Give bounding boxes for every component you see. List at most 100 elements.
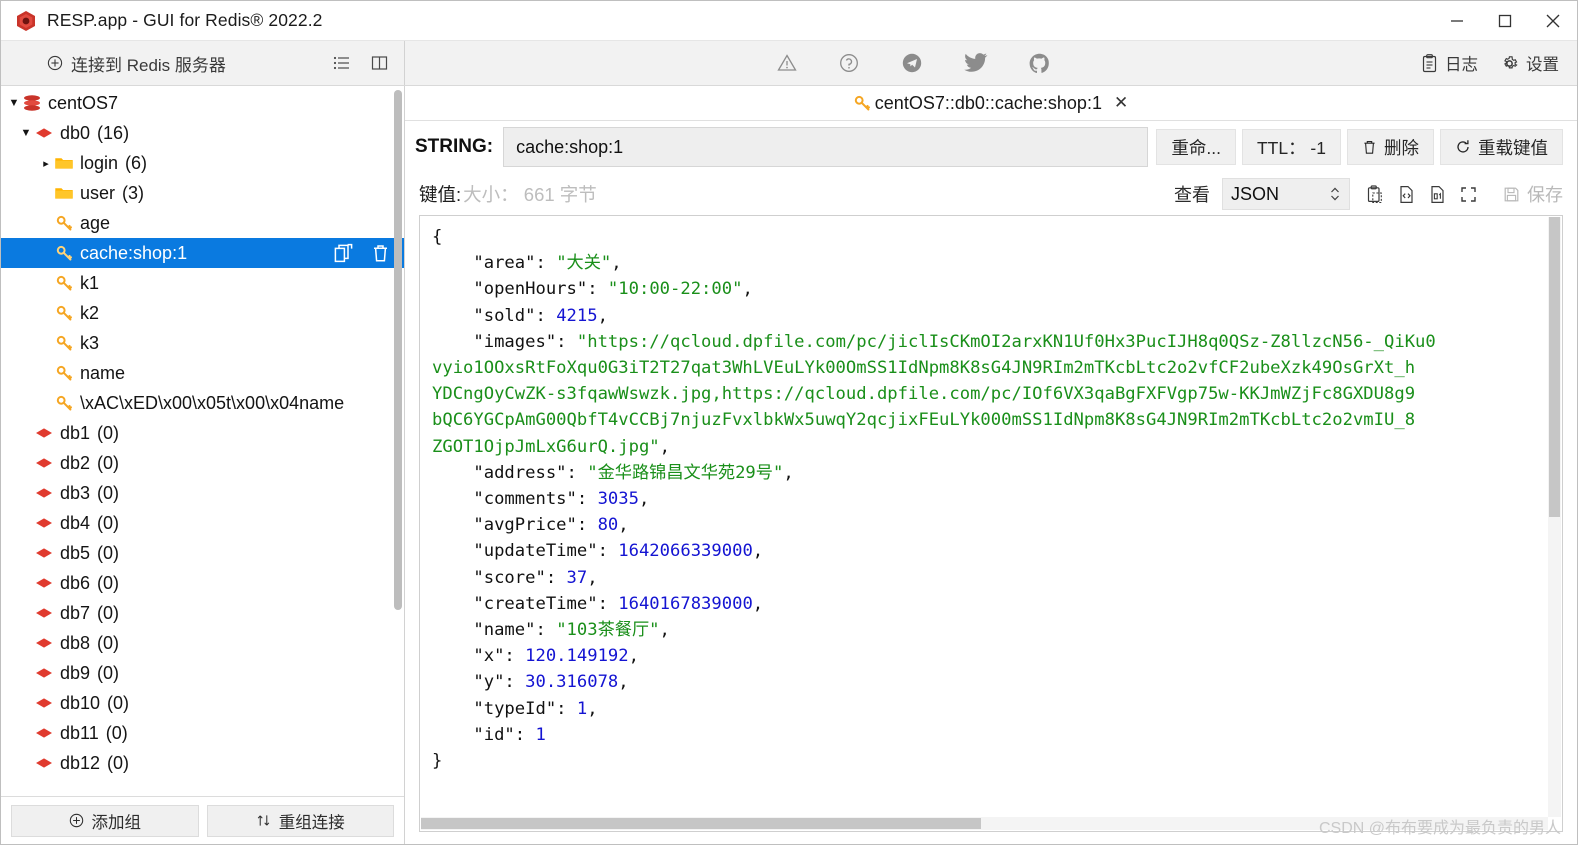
copy-key-icon[interactable] bbox=[333, 243, 355, 264]
tree-row-label: db4 bbox=[60, 512, 91, 533]
json-key-token: , bbox=[659, 620, 670, 641]
tree-scrollbar-thumb[interactable] bbox=[394, 90, 402, 610]
viewer-vertical-scrollbar-thumb[interactable] bbox=[1549, 217, 1560, 517]
clipboard-icon bbox=[1421, 53, 1438, 73]
tree-row-label: db12 bbox=[60, 752, 101, 773]
rename-button[interactable]: 重命... bbox=[1156, 129, 1236, 165]
tree-row[interactable]: ▼ db0 (16) bbox=[1, 118, 404, 148]
json-key-token: "comments": bbox=[432, 489, 598, 510]
json-key-token: , bbox=[752, 541, 764, 562]
tree-row[interactable]: db11 (0) bbox=[1, 718, 404, 748]
close-button[interactable] bbox=[1529, 1, 1577, 41]
db-icon bbox=[33, 695, 55, 711]
value-size-label: 大小： 661 字节 bbox=[463, 184, 597, 205]
tree-row[interactable]: db10 (0) bbox=[1, 688, 404, 718]
toolbar-center-icons bbox=[405, 41, 1421, 85]
json-string-token: "103茶餐厅" bbox=[556, 620, 660, 641]
tree-row[interactable]: user (3) bbox=[1, 178, 404, 208]
json-value-viewer[interactable]: { "area": "大关", "openHours": "10:00-22:0… bbox=[420, 216, 1562, 831]
tree-row-selected[interactable]: cache:shop:1 bbox=[1, 238, 404, 268]
key-name-input[interactable]: cache:shop:1 bbox=[503, 127, 1149, 167]
expand-arrow-closed-icon[interactable]: ▸ bbox=[39, 157, 53, 170]
file-code-icon[interactable] bbox=[1398, 185, 1415, 204]
twitter-icon[interactable] bbox=[963, 52, 988, 74]
tree-row[interactable]: ▸ login (6) bbox=[1, 148, 404, 178]
json-string-token: ZGOT1OjpJmLxG6urQ.jpg" bbox=[432, 436, 660, 457]
tree-row-count: (0) bbox=[105, 722, 128, 743]
tree-row[interactable]: db7 (0) bbox=[1, 598, 404, 628]
github-icon[interactable] bbox=[1028, 52, 1051, 75]
tree-scrollbar[interactable] bbox=[394, 90, 402, 786]
maximize-button[interactable] bbox=[1481, 1, 1529, 41]
question-circle-icon[interactable] bbox=[838, 52, 860, 74]
json-line: ZGOT1OjpJmLxG6urQ.jpg", bbox=[432, 434, 1544, 460]
reload-value-button[interactable]: 重载键值 bbox=[1440, 129, 1563, 165]
json-key-token: , bbox=[618, 515, 629, 536]
tree-row[interactable]: db6 (0) bbox=[1, 568, 404, 598]
format-select[interactable]: JSON bbox=[1222, 178, 1350, 210]
log-button[interactable]: 日志 bbox=[1421, 51, 1478, 75]
fullscreen-icon[interactable] bbox=[1460, 186, 1477, 203]
trash-icon bbox=[1362, 139, 1377, 155]
ttl-button[interactable]: TTL： -1 bbox=[1241, 129, 1341, 165]
tree-row[interactable]: db2 (0) bbox=[1, 448, 404, 478]
tree-row[interactable]: k2 bbox=[1, 298, 404, 328]
telegram-icon[interactable] bbox=[900, 51, 924, 75]
viewer-horizontal-scrollbar-thumb[interactable] bbox=[421, 818, 981, 829]
json-line: "openHours": "10:00-22:00", bbox=[432, 276, 1544, 302]
refresh-icon bbox=[1455, 139, 1471, 155]
tree-row[interactable]: db5 (0) bbox=[1, 538, 404, 568]
window-title: RESP.app - GUI for Redis® 2022.2 bbox=[47, 10, 323, 30]
save-value-button[interactable]: 保存 bbox=[1503, 181, 1563, 207]
connect-to-redis-button[interactable]: 连接到 Redis 服务器 bbox=[47, 51, 226, 76]
json-key-token: "area": bbox=[432, 253, 557, 274]
key-icon bbox=[53, 305, 75, 322]
delete-key-button[interactable]: 删除 bbox=[1347, 129, 1434, 165]
json-line: { bbox=[432, 224, 1544, 250]
rebuild-label: 重组连接 bbox=[278, 813, 345, 832]
minimize-button[interactable] bbox=[1433, 1, 1481, 41]
tree-row[interactable]: db1 (0) bbox=[1, 418, 404, 448]
db-icon bbox=[33, 455, 55, 471]
tree-row[interactable]: age bbox=[1, 208, 404, 238]
tree-row[interactable]: name bbox=[1, 358, 404, 388]
columns-icon[interactable] bbox=[371, 55, 388, 71]
settings-button[interactable]: 设置 bbox=[1500, 51, 1559, 75]
connection-tree[interactable]: ▼ centOS7 ▼ db0 (16) ▸ login (6) user (3) age cache… bbox=[1, 86, 404, 796]
json-line: "typeId": 1, bbox=[432, 696, 1544, 722]
paste-clipboard-icon[interactable] bbox=[1366, 184, 1384, 204]
tab-close-icon[interactable]: ✕ bbox=[1114, 93, 1128, 113]
db-icon bbox=[33, 545, 55, 561]
tree-row-label: db9 bbox=[60, 662, 91, 683]
rebuild-connection-button[interactable]: 重组连接 bbox=[206, 804, 394, 837]
add-group-button[interactable]: 添加组 bbox=[11, 804, 199, 837]
tab-cache-shop-1[interactable]: centOS7::db0::cache:shop:1 ✕ bbox=[854, 93, 1128, 114]
tree-row[interactable]: db3 (0) bbox=[1, 478, 404, 508]
json-number-token: 80 bbox=[597, 515, 619, 536]
value-header-row: 键值: 大小： 661 字节 查看 JSON 保存 bbox=[405, 173, 1577, 215]
tree-row[interactable]: db8 (0) bbox=[1, 628, 404, 658]
json-string-token: bQC6YGCpAmG00QbfT4vCCBj7njuzFvxlbkWx5uwq… bbox=[432, 410, 1416, 431]
tree-row[interactable]: db12 (0) bbox=[1, 748, 404, 778]
tree-row[interactable]: ▼ centOS7 bbox=[1, 88, 404, 118]
list-icon[interactable] bbox=[333, 55, 351, 71]
tree-row[interactable]: k3 bbox=[1, 328, 404, 358]
tree-row[interactable]: \xAC\xED\x00\x05t\x00\x04name bbox=[1, 388, 404, 418]
json-line: bQC6YGCpAmG00QbfT4vCCBj7njuzFvxlbkWx5uwq… bbox=[432, 407, 1544, 433]
viewer-horizontal-scrollbar[interactable] bbox=[421, 817, 1548, 830]
warning-triangle-icon[interactable] bbox=[776, 52, 798, 74]
tree-row[interactable]: k1 bbox=[1, 268, 404, 298]
expand-arrow-open-icon[interactable]: ▼ bbox=[19, 127, 33, 139]
trash-icon[interactable] bbox=[371, 243, 390, 263]
db-icon bbox=[33, 605, 55, 621]
tree-row-label: age bbox=[80, 212, 111, 233]
tree-row[interactable]: db9 (0) bbox=[1, 658, 404, 688]
tree-row-count: (0) bbox=[97, 542, 120, 563]
file-binary-icon[interactable] bbox=[1429, 185, 1446, 204]
sidebar: ▼ centOS7 ▼ db0 (16) ▸ login (6) user (3) age cache… bbox=[1, 86, 405, 844]
expand-arrow-open-icon[interactable]: ▼ bbox=[7, 97, 21, 109]
tree-row-count: (3) bbox=[122, 182, 145, 203]
tree-row[interactable]: db4 (0) bbox=[1, 508, 404, 538]
viewer-vertical-scrollbar[interactable] bbox=[1548, 217, 1561, 817]
tab-label: centOS7::db0::cache:shop:1 bbox=[874, 92, 1102, 113]
